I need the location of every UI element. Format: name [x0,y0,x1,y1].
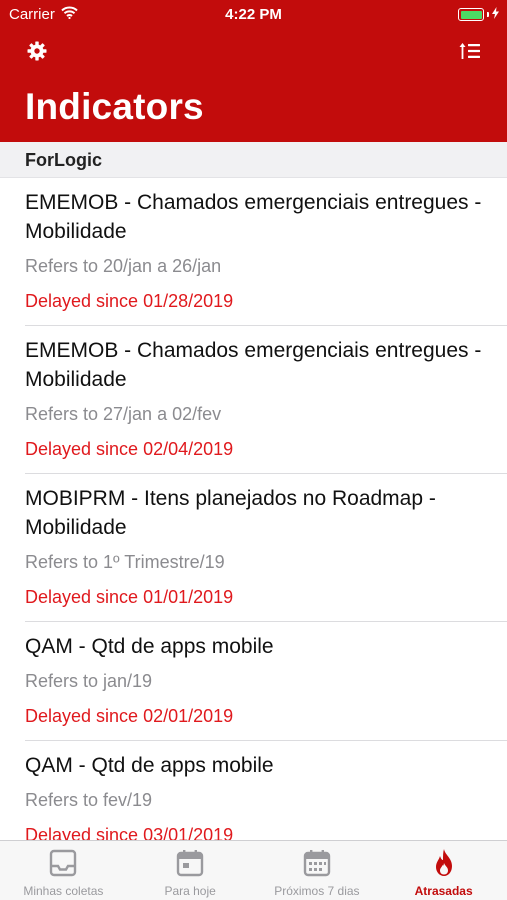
tab-bar: Minhas coletas Para hoje Próximos 7 dias… [0,840,507,900]
list-item[interactable]: EMEMOB - Chamados emergenciais entregues… [25,326,507,474]
status-bar: Carrier 4:22 PM [0,0,507,28]
tab-minhas-coletas[interactable]: Minhas coletas [0,841,127,900]
calendar-week-icon [301,847,333,879]
list-item[interactable]: QAM - Qtd de apps mobile Refers to jan/1… [25,622,507,741]
indicator-delay: Delayed since 01/28/2019 [25,291,234,311]
list-item[interactable]: MOBIPRM - Itens planejados no Roadmap - … [25,474,507,622]
navigation-header: Carrier 4:22 PM Indicators [0,0,507,142]
section-title: ForLogic [25,150,102,170]
sort-order-icon [459,42,481,65]
page-title: Indicators [25,86,204,127]
indicator-period: Refers to 20/jan a 26/jan [25,256,222,276]
indicator-title: QAM - Qtd de apps mobile [25,635,274,658]
tab-atrasadas[interactable]: Atrasadas [380,841,507,900]
settings-button[interactable] [24,40,50,66]
indicator-delay: Delayed since 03/01/2019 [25,825,234,840]
indicator-list[interactable]: EMEMOB - Chamados emergenciais entregues… [0,178,507,840]
tab-label: Para hoje [164,884,216,898]
indicator-period: Refers to jan/19 [25,671,153,691]
section-header: ForLogic [0,142,507,178]
battery-icon [458,6,499,23]
list-item[interactable]: QAM - Qtd de apps mobile Refers to fev/1… [25,741,507,840]
indicator-title: MOBIPRM - Itens planejados no Roadmap - … [25,487,436,539]
sort-button[interactable] [457,40,483,66]
indicator-period: Refers to fev/19 [25,790,153,810]
indicator-title: EMEMOB - Chamados emergenciais entregues… [25,339,482,391]
tab-label: Minhas coletas [23,884,104,898]
tab-label: Atrasadas [414,884,473,898]
flame-icon [428,847,460,879]
charging-bolt-icon [492,6,499,23]
indicator-delay: Delayed since 01/01/2019 [25,587,234,607]
indicator-delay: Delayed since 02/01/2019 [25,706,234,726]
indicator-delay: Delayed since 02/04/2019 [25,439,234,459]
gear-icon [27,41,47,66]
list-item[interactable]: EMEMOB - Chamados emergenciais entregues… [25,178,507,326]
inbox-icon [47,847,79,879]
tab-label: Próximos 7 dias [274,884,360,898]
status-time: 4:22 PM [225,6,282,23]
indicator-title: QAM - Qtd de apps mobile [25,754,274,777]
tab-proximos-7-dias[interactable]: Próximos 7 dias [254,841,381,900]
indicator-period: Refers to 1º Trimestre/19 [25,552,225,572]
indicator-title: EMEMOB - Chamados emergenciais entregues… [25,191,482,243]
calendar-today-icon [174,847,206,879]
tab-para-hoje[interactable]: Para hoje [127,841,254,900]
indicator-period: Refers to 27/jan a 02/fev [25,404,222,424]
